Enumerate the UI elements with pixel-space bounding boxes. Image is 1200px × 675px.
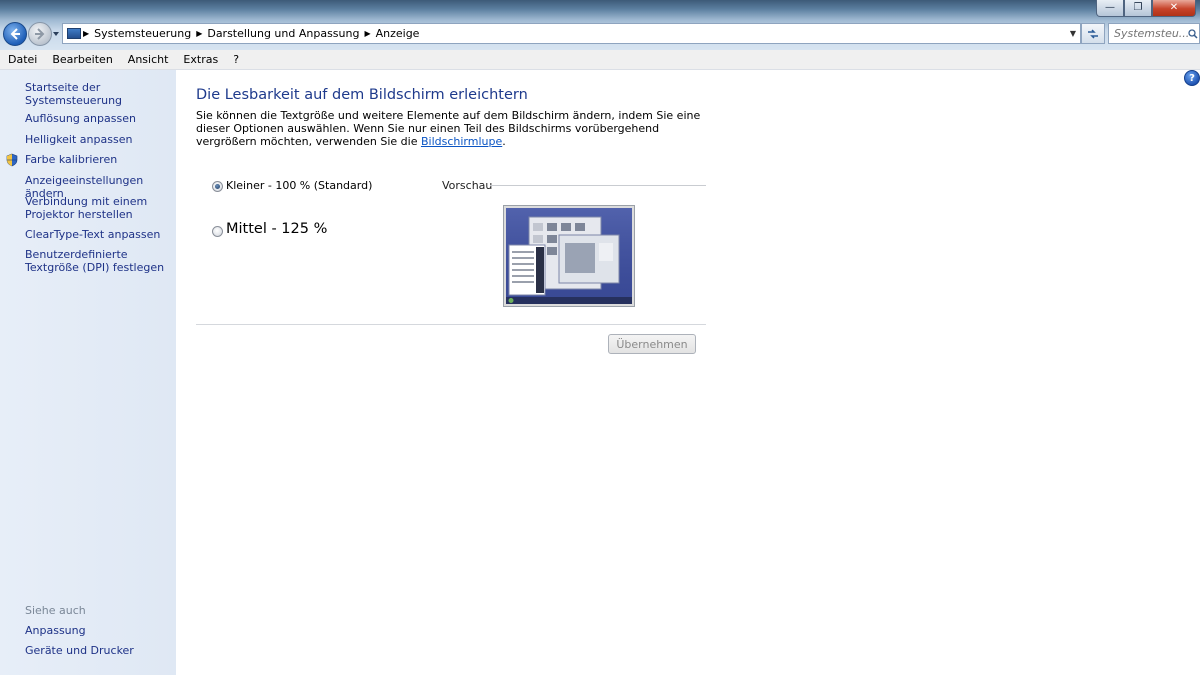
maximize-button[interactable]: ❐: [1124, 0, 1152, 17]
radio-option-small[interactable]: [212, 181, 223, 192]
address-dropdown-icon[interactable]: ▼: [1070, 29, 1076, 38]
sidebar-link-brightness[interactable]: Helligkeit anpassen: [25, 133, 170, 146]
sidebar-link-resolution[interactable]: Auflösung anpassen: [25, 112, 170, 125]
help-button[interactable]: ?: [1184, 70, 1200, 86]
page-title: Die Lesbarkeit auf dem Bildschirm erleic…: [196, 87, 528, 103]
search-icon[interactable]: [1188, 28, 1198, 39]
breadcrumb-systemsteuerung[interactable]: Systemsteuerung: [89, 27, 196, 40]
sidebar-link-projector[interactable]: Verbindung mit einem Projektor herstelle…: [25, 195, 170, 221]
refresh-icon: [1088, 28, 1098, 39]
preview-label: Vorschau: [442, 179, 493, 192]
see-also-link-personalization[interactable]: Anpassung: [25, 624, 170, 637]
search-box[interactable]: [1108, 23, 1200, 44]
forward-button[interactable]: [28, 22, 52, 46]
control-panel-icon: [67, 28, 81, 39]
see-also-link-devices-printers[interactable]: Geräte und Drucker: [25, 644, 170, 657]
back-button[interactable]: [3, 22, 27, 46]
window-controls: — ❐ ✕: [1096, 0, 1196, 17]
menu-ansicht[interactable]: Ansicht: [120, 53, 176, 66]
sidebar-link-cleartype[interactable]: ClearType-Text anpassen: [25, 228, 170, 241]
window-chrome: — ❐ ✕ ▶ Systemsteuerung ▶ Darstellung un…: [0, 0, 1200, 50]
refresh-button[interactable]: [1081, 23, 1105, 44]
sidebar-link-calibrate-color[interactable]: Farbe kalibrieren: [25, 153, 170, 166]
recent-pages-chevron-icon[interactable]: [52, 30, 60, 38]
search-input[interactable]: [1109, 27, 1188, 40]
section-divider: [196, 324, 706, 325]
apply-button[interactable]: Übernehmen: [608, 334, 696, 354]
sidebar-link-custom-dpi[interactable]: Benutzerdefinierte Textgröße (DPI) festl…: [25, 248, 170, 274]
shield-icon: [6, 153, 18, 167]
breadcrumb-anzeige[interactable]: Anzeige: [371, 27, 425, 40]
radio-option-medium[interactable]: [212, 226, 223, 237]
radio-selected-dot: [215, 184, 220, 189]
option-medium-label[interactable]: Mittel - 125 %: [226, 221, 327, 237]
task-pane: Startseite der Systemsteuerung Auflösung…: [0, 70, 176, 675]
preview-divider: [490, 185, 706, 186]
menu-help[interactable]: ?: [225, 53, 246, 66]
menu-bearbeiten[interactable]: Bearbeiten: [44, 53, 119, 66]
magnifier-link[interactable]: Bildschirmlupe: [421, 135, 502, 148]
arrow-left-icon: [10, 28, 20, 40]
breadcrumb-darstellung[interactable]: Darstellung und Anpassung: [202, 27, 364, 40]
description-end: .: [502, 135, 506, 148]
menu-extras[interactable]: Extras: [175, 53, 225, 66]
page-description: Sie können die Textgröße und weitere Ele…: [196, 109, 706, 148]
see-also-heading: Siehe auch: [25, 604, 86, 617]
menu-bar: Datei Bearbeiten Ansicht Extras ?: [0, 50, 1200, 70]
arrow-right-icon: [35, 28, 45, 40]
sidebar-link-home[interactable]: Startseite der Systemsteuerung: [25, 81, 176, 107]
close-button[interactable]: ✕: [1152, 0, 1196, 17]
address-bar[interactable]: ▶ Systemsteuerung ▶ Darstellung und Anpa…: [62, 23, 1081, 44]
option-small-label[interactable]: Kleiner - 100 % (Standard): [226, 179, 372, 192]
preview-image: [503, 205, 635, 307]
minimize-button[interactable]: —: [1096, 0, 1124, 17]
menu-datei[interactable]: Datei: [0, 53, 44, 66]
